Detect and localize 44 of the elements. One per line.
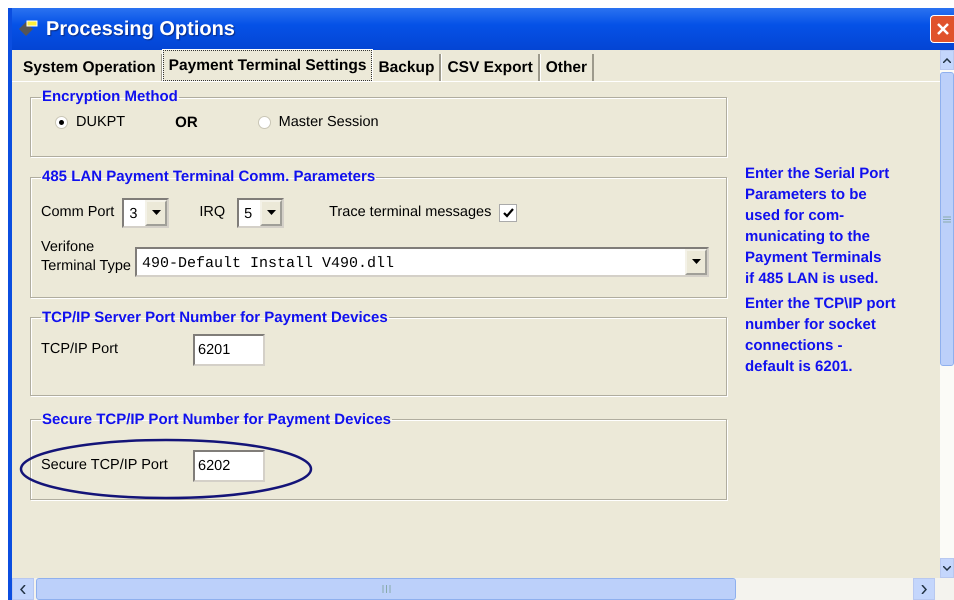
scroll-right-button[interactable] <box>913 578 935 600</box>
option-label[interactable]: Master Session <box>278 112 379 133</box>
tab[interactable]: CSV Export <box>441 54 540 81</box>
checkbox[interactable] <box>499 204 518 222</box>
separator-text: OR <box>175 112 198 132</box>
group-title: Secure TCP/IP Port Number for Payment Devices <box>41 412 392 428</box>
field-label: TCP/IP Port <box>41 340 120 360</box>
window-title: Processing Options <box>46 17 235 42</box>
comm-port-dropdown[interactable]: 3 <box>122 198 170 228</box>
tab[interactable]: Payment Terminal Settings <box>162 50 372 81</box>
grip-icon <box>943 216 951 222</box>
dropdown-arrow-icon <box>266 210 276 215</box>
radio-button[interactable] <box>258 116 271 130</box>
scroll-left-button[interactable] <box>12 578 34 600</box>
dropdown-arrow-icon <box>692 259 700 264</box>
radio-button[interactable] <box>55 116 68 130</box>
scroll-up-button[interactable] <box>940 50 954 70</box>
vertical-scrollbar[interactable] <box>940 50 954 578</box>
terminal-type-dropdown[interactable]: 490-Default Install V490.dll <box>135 246 709 277</box>
field-label: IRQ <box>199 202 226 222</box>
scroll-thumb[interactable] <box>940 72 954 366</box>
close-button[interactable] <box>930 15 954 43</box>
group-title: TCP/IP Server Port Number for Payment Devices <box>41 310 389 326</box>
port-input[interactable]: 6202 <box>193 450 265 482</box>
dropdown-arrow-icon <box>152 210 161 215</box>
field-label: Verifone Terminal Type <box>41 238 131 276</box>
field-label: Comm Port <box>41 202 114 222</box>
port-input[interactable]: 6201 <box>193 334 265 366</box>
help-text: Enter the TCP\IP port number for socket connections - default is 6201. <box>745 294 896 377</box>
tab[interactable]: Other <box>540 54 594 81</box>
scroll-down-button[interactable] <box>940 558 954 578</box>
group-title: 485 LAN Payment Terminal Comm. Parameters <box>41 169 376 186</box>
field-label: Secure TCP/IP Port <box>41 456 169 476</box>
irq-dropdown[interactable]: 5 <box>237 198 284 228</box>
app-icon <box>18 19 40 39</box>
group-title: Encryption Method <box>41 89 179 106</box>
grip-icon <box>382 585 390 593</box>
checkbox-label: Trace terminal messages <box>329 202 492 222</box>
option-label[interactable]: DUKPT <box>76 112 126 133</box>
checkmark-icon <box>502 208 514 218</box>
scroll-thumb[interactable] <box>36 578 736 600</box>
horizontal-scrollbar[interactable] <box>12 578 954 600</box>
close-icon <box>936 22 950 36</box>
help-text: Enter the Serial Port Parameters to be used for com- municating to the Payment Terminals if 485 LAN is used. <box>745 164 890 289</box>
